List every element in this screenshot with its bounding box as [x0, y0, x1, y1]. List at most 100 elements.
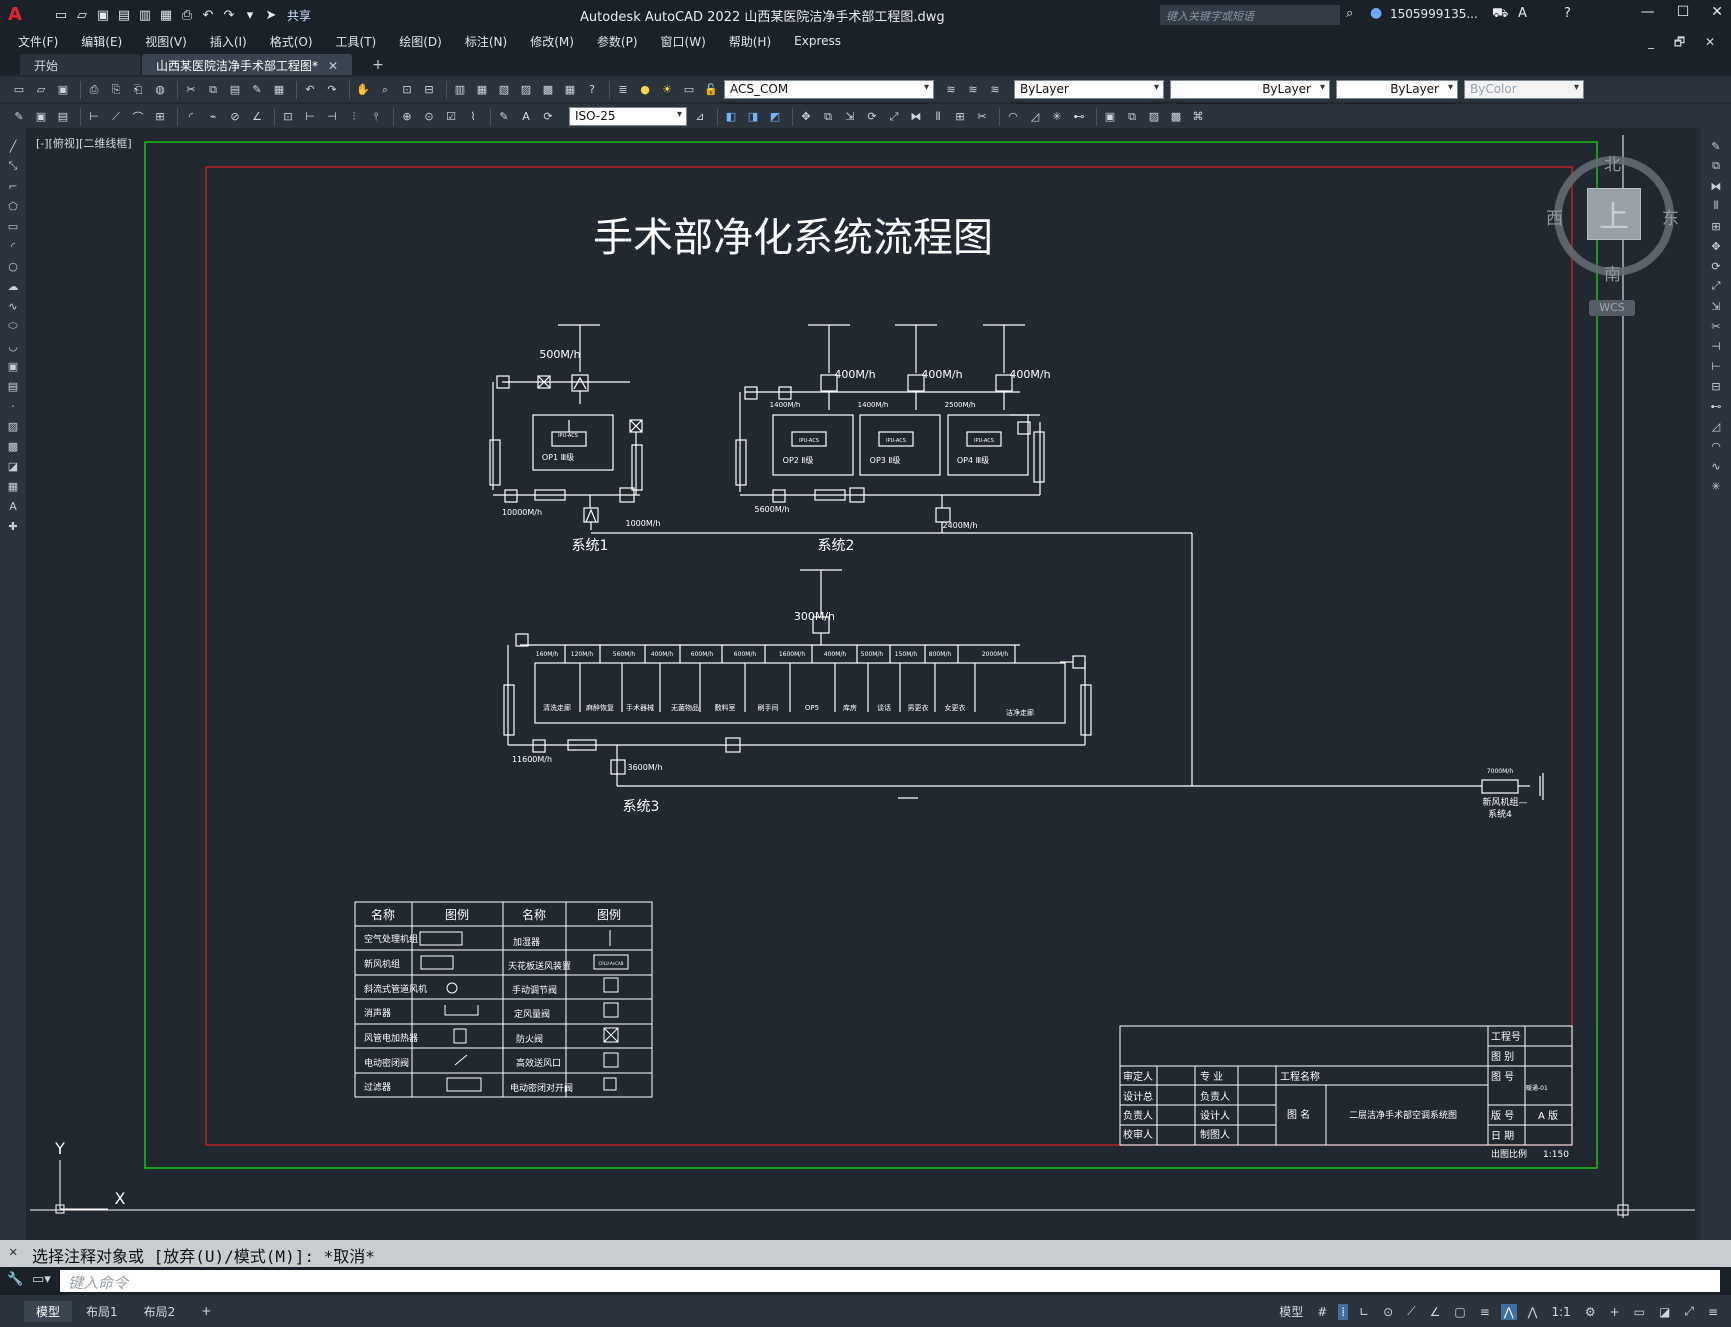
- dimstyle-manager-icon[interactable]: ⊿: [691, 108, 709, 126]
- explode-icon[interactable]: ✳: [1708, 478, 1724, 494]
- open-file-icon[interactable]: ▱: [73, 6, 91, 24]
- save-web-icon[interactable]: ▦: [157, 6, 175, 24]
- command-input[interactable]: 键入命令: [60, 1270, 1720, 1292]
- hyperlink-icon[interactable]: ⌘: [1189, 108, 1207, 126]
- blend-curves-icon[interactable]: ∿: [1708, 458, 1724, 474]
- cut-icon[interactable]: ✂: [182, 81, 200, 99]
- undo-icon[interactable]: ↶: [199, 6, 217, 24]
- menu-file[interactable]: 文件(F): [18, 33, 69, 50]
- minimize-button[interactable]: —: [1641, 4, 1655, 20]
- tolerance-icon[interactable]: ⊕: [398, 108, 416, 126]
- publish-icon[interactable]: ⎗: [129, 81, 147, 99]
- ortho-icon[interactable]: ∟: [1356, 1304, 1372, 1320]
- dim-baseline-icon[interactable]: ⊢: [301, 108, 319, 126]
- zoom-realtime-icon[interactable]: ⌕: [376, 81, 394, 99]
- make-block-icon[interactable]: ▤: [5, 378, 21, 394]
- workspace-gear-icon[interactable]: ⚙: [1582, 1304, 1599, 1320]
- erase-icon[interactable]: ✎: [1708, 138, 1724, 154]
- open-icon[interactable]: ▱: [32, 81, 50, 99]
- dim-linear-icon[interactable]: ⊢: [85, 108, 103, 126]
- customization-icon[interactable]: ≡: [1705, 1304, 1721, 1320]
- polygon-icon[interactable]: ⬠: [5, 198, 21, 214]
- autodesk-app-icon[interactable]: A: [1518, 6, 1527, 21]
- menu-draw[interactable]: 绘图(D): [399, 33, 453, 50]
- dim-arc-icon[interactable]: ⌒: [129, 108, 147, 126]
- dim-jogged-icon[interactable]: ⌁: [204, 108, 222, 126]
- circle-icon[interactable]: ○: [5, 258, 21, 274]
- ellipse-icon[interactable]: ⬭: [5, 318, 21, 334]
- menu-express[interactable]: Express: [794, 34, 852, 48]
- close-command-icon[interactable]: ✕: [9, 1244, 17, 1260]
- dim-ordinate-icon[interactable]: ⊞: [151, 108, 169, 126]
- 3d-dwf-icon[interactable]: ◍: [151, 81, 169, 99]
- region-icon[interactable]: ◪: [5, 458, 21, 474]
- units-icon[interactable]: ▭: [1631, 1304, 1648, 1320]
- menu-parametric[interactable]: 参数(P): [597, 33, 649, 50]
- move-icon[interactable]: ✥: [797, 108, 815, 126]
- help-icon[interactable]: ?: [583, 81, 601, 99]
- center-mark-icon[interactable]: ⊙: [420, 108, 438, 126]
- dim-aligned-icon[interactable]: ⟋: [107, 108, 125, 126]
- object-snap-tracking-icon[interactable]: ∠: [1427, 1304, 1444, 1320]
- arc-icon[interactable]: ◜: [5, 238, 21, 254]
- markup-icon[interactable]: ▩: [539, 81, 557, 99]
- qat-dropdown-icon[interactable]: ▾: [241, 6, 259, 24]
- tab-start[interactable]: 开始: [20, 54, 140, 75]
- polyline-icon[interactable]: ⌐: [5, 178, 21, 194]
- design-center-icon[interactable]: ▦: [473, 81, 491, 99]
- snap-icon[interactable]: ⁞: [1338, 1303, 1349, 1320]
- open-web-icon[interactable]: ▥: [136, 6, 154, 24]
- recent-commands-icon[interactable]: ▭▾: [32, 1272, 51, 1287]
- trim-icon[interactable]: ✂: [1708, 318, 1724, 334]
- autocad-logo-icon[interactable]: A: [8, 4, 30, 26]
- compass-west[interactable]: 西: [1546, 204, 1563, 229]
- mirror-icon[interactable]: ⧓: [907, 108, 925, 126]
- draworder-back-icon[interactable]: ◨: [744, 108, 762, 126]
- chamfer-icon[interactable]: ◿: [1026, 108, 1044, 126]
- image-icon[interactable]: ▨: [1145, 108, 1163, 126]
- viewcube[interactable]: 上 北 南 东 西 WCS: [1546, 150, 1679, 325]
- grid-icon[interactable]: #: [1314, 1304, 1330, 1320]
- array-icon[interactable]: ⊞: [1708, 218, 1724, 234]
- plotstyle-dropdown[interactable]: ByColor: [1464, 80, 1584, 99]
- hatch-icon[interactable]: ▨: [5, 418, 21, 434]
- dim-break-icon[interactable]: ⫯: [367, 108, 385, 126]
- block-editor-icon[interactable]: ▦: [270, 81, 288, 99]
- dim-edit-icon[interactable]: ✎: [495, 108, 513, 126]
- share-button[interactable]: 共享: [287, 7, 311, 24]
- match-properties-icon[interactable]: ✎: [248, 81, 266, 99]
- annotation-scale[interactable]: 1:1: [1549, 1304, 1574, 1320]
- tab-drawing[interactable]: 山西某医院洁净手术部工程图* ✕: [142, 54, 353, 75]
- insert-block-icon[interactable]: ▣: [1101, 108, 1119, 126]
- wcs-menu[interactable]: WCS: [1589, 300, 1635, 316]
- fillet-icon[interactable]: ◠: [1004, 108, 1022, 126]
- add-selected-icon[interactable]: ✚: [5, 518, 21, 534]
- save-icon[interactable]: ▣: [54, 81, 72, 99]
- jogged-linear-icon[interactable]: ⌇: [464, 108, 482, 126]
- dim-angular-icon[interactable]: ∠: [248, 108, 266, 126]
- add-layout-button[interactable]: +: [189, 1302, 223, 1320]
- inspection-icon[interactable]: ☑: [442, 108, 460, 126]
- maximize-button[interactable]: ☐: [1677, 4, 1690, 20]
- dim-update-icon[interactable]: ⟳: [539, 108, 557, 126]
- table-icon[interactable]: ▦: [5, 478, 21, 494]
- make-current-layer-icon[interactable]: ≋: [942, 81, 960, 99]
- sheet-set-icon[interactable]: ▨: [517, 81, 535, 99]
- offset-icon[interactable]: ⫴: [929, 108, 947, 126]
- tool-palettes-icon[interactable]: ▧: [495, 81, 513, 99]
- close-window-button[interactable]: ✕: [1711, 4, 1723, 20]
- clean-screen-icon[interactable]: ⤢: [1681, 1303, 1697, 1320]
- plot-icon[interactable]: ⎙: [178, 6, 196, 24]
- polar-icon[interactable]: ⊙: [1380, 1304, 1396, 1320]
- pan-icon[interactable]: ✋: [354, 81, 372, 99]
- save-icon[interactable]: ▣: [94, 6, 112, 24]
- user-account[interactable]: 1505999135...: [1390, 7, 1478, 21]
- share-icon[interactable]: ➤: [262, 6, 280, 24]
- menu-window[interactable]: 窗口(W): [661, 33, 717, 50]
- copy-object-icon[interactable]: ⧉: [819, 108, 837, 126]
- menu-format[interactable]: 格式(O): [270, 33, 324, 50]
- point-icon[interactable]: ·: [5, 398, 21, 414]
- annotation-monitor-icon[interactable]: +: [1607, 1304, 1623, 1320]
- rotate-icon[interactable]: ⟳: [863, 108, 881, 126]
- array-icon[interactable]: ⊞: [951, 108, 969, 126]
